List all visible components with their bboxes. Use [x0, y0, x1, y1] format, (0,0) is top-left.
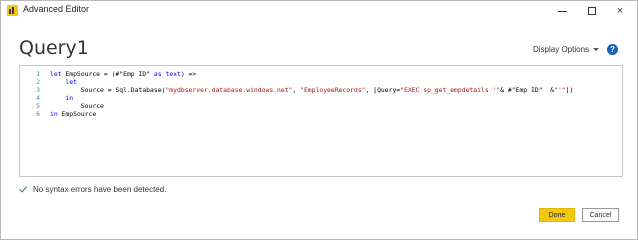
- code-line[interactable]: 2 let: [20, 78, 620, 86]
- code-token: ,: [292, 86, 301, 94]
- code-token: "mydbserver.database.windows.net": [165, 86, 293, 94]
- code-token: "EXEC sp_get_empdetails '": [400, 86, 501, 94]
- title-bar[interactable]: Advanced Editor ×: [1, 1, 637, 21]
- close-icon: ×: [616, 5, 624, 17]
- chevron-down-icon: [593, 48, 600, 51]
- code-token: in: [50, 110, 58, 118]
- line-number: 3: [36, 86, 40, 94]
- checkmark-icon: [19, 185, 28, 194]
- code-token: let: [65, 78, 77, 86]
- line-number: 6: [36, 110, 40, 118]
- minimize-button[interactable]: [547, 1, 577, 21]
- line-number: 4: [36, 94, 40, 102]
- code-token: EmpSource: [57, 110, 97, 118]
- close-button[interactable]: ×: [605, 1, 635, 21]
- code-text: in: [50, 94, 73, 102]
- code-token: ]): [565, 86, 574, 94]
- code-line[interactable]: 6 in EmpSource: [20, 110, 620, 118]
- minimize-icon: [557, 10, 567, 12]
- code-token: , [Query=: [365, 86, 401, 94]
- code-text: Source: [50, 102, 104, 110]
- window-title: Advanced Editor: [23, 4, 90, 14]
- code-token: ) =>: [180, 70, 197, 78]
- code-token: "EmployeeRecords": [300, 86, 366, 94]
- line-number: 5: [36, 102, 40, 110]
- power-bi-icon: [7, 5, 18, 16]
- code-token: EmpSource = (#"Emp ID": [61, 70, 154, 78]
- display-options-label: Display Options: [533, 45, 590, 54]
- code-token: let: [50, 70, 62, 78]
- done-button[interactable]: Done: [539, 208, 575, 222]
- status-message: No syntax errors have been detected.: [33, 185, 167, 194]
- code-line[interactable]: 1 let EmpSource = (#"Emp ID" as text) =>: [20, 70, 620, 78]
- status-bar: No syntax errors have been detected.: [19, 185, 166, 194]
- code-token: in: [65, 94, 74, 102]
- code-text: let EmpSource = (#"Emp ID" as text) =>: [50, 70, 196, 78]
- line-number: 2: [36, 78, 40, 86]
- help-icon[interactable]: ?: [607, 44, 618, 55]
- code-line[interactable]: 5 Source: [20, 102, 620, 110]
- code-editor[interactable]: 1 let EmpSource = (#"Emp ID" as text) => 2…: [19, 65, 623, 177]
- code-token: as: [153, 70, 162, 78]
- code-line[interactable]: 3 Source = Sql.Database("mydbserver.data…: [20, 86, 620, 94]
- code-text: Source = Sql.Database("mydbserver.databa…: [50, 86, 574, 94]
- code-token: text: [165, 70, 181, 78]
- line-number: 1: [36, 70, 40, 78]
- code-token: Source: [50, 102, 104, 110]
- code-token: "'": [554, 86, 566, 94]
- code-text: in EmpSource: [50, 110, 96, 118]
- query-title: Query1: [19, 37, 89, 59]
- advanced-editor-window: Advanced Editor × Query1 Display Options…: [0, 0, 638, 240]
- display-options-dropdown[interactable]: Display Options: [533, 45, 600, 54]
- code-token: Source = Sql.Database(: [50, 86, 166, 94]
- maximize-icon: [588, 7, 596, 15]
- code-text: let: [50, 78, 77, 86]
- code-token: & #"Emp ID" &: [500, 86, 555, 94]
- cancel-button[interactable]: Cancel: [582, 208, 619, 222]
- code-line[interactable]: 4 in: [20, 94, 620, 102]
- maximize-button[interactable]: [577, 1, 607, 21]
